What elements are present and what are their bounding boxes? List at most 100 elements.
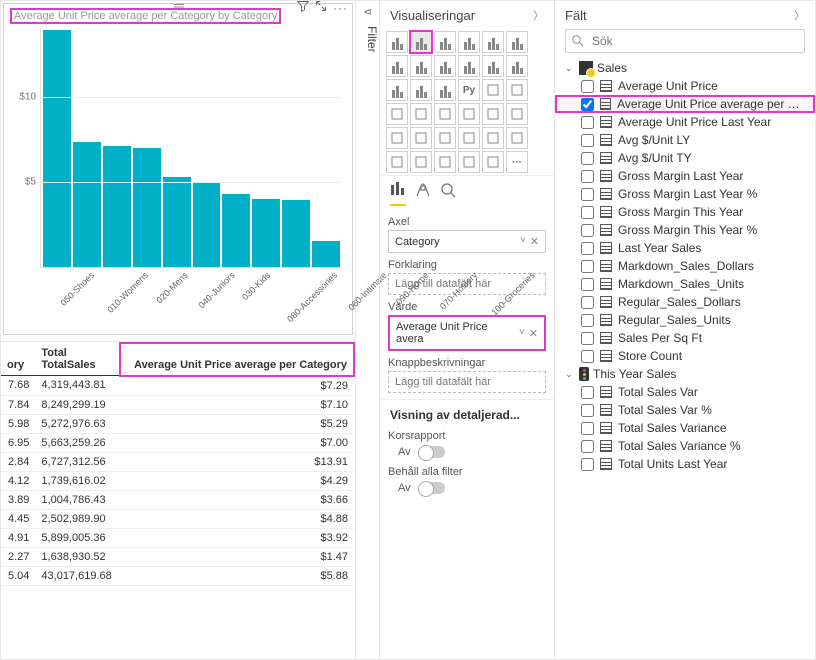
table-node-this-year-sales[interactable]: ⌄ This Year Sales xyxy=(555,365,815,383)
field-checkbox[interactable] xyxy=(581,386,594,399)
viz-type-more6[interactable] xyxy=(434,127,456,149)
viz-type-Py[interactable]: Py xyxy=(458,79,480,101)
field-checkbox[interactable] xyxy=(581,350,594,363)
field-checkbox[interactable] xyxy=(581,152,594,165)
field-checkbox[interactable] xyxy=(581,314,594,327)
field-checkbox[interactable] xyxy=(581,224,594,237)
viz-type-more3[interactable] xyxy=(506,103,528,125)
viz-type-more9[interactable] xyxy=(506,127,528,149)
table-row[interactable]: 7.848,249,299.19$7.10 xyxy=(1,395,354,414)
field-item[interactable]: Total Sales Variance % xyxy=(555,437,815,455)
field-item[interactable]: Total Units Last Year xyxy=(555,455,815,473)
axis-well[interactable]: Category ˅✕ xyxy=(388,230,546,253)
viz-type-funnel[interactable] xyxy=(458,55,480,77)
field-checkbox[interactable] xyxy=(581,170,594,183)
viz-type-R[interactable] xyxy=(434,79,456,101)
table-row[interactable]: 6.955,663,259.26$7.00 xyxy=(1,433,354,452)
fields-search[interactable] xyxy=(565,29,805,53)
viz-type-kpi[interactable] xyxy=(482,79,504,101)
bar[interactable] xyxy=(163,177,191,267)
bar[interactable] xyxy=(73,142,101,267)
field-checkbox[interactable] xyxy=(581,440,594,453)
format-tab-icon[interactable] xyxy=(416,182,430,206)
viz-type-more1[interactable] xyxy=(458,103,480,125)
bar[interactable] xyxy=(193,183,221,267)
viz-type-slicer[interactable] xyxy=(506,79,528,101)
field-checkbox[interactable] xyxy=(581,116,594,129)
viz-type-more12[interactable] xyxy=(434,151,456,173)
viz-type-qa[interactable] xyxy=(434,103,456,125)
viz-type-globe[interactable] xyxy=(410,103,432,125)
tooltip-well[interactable]: Lägg till datafält här xyxy=(388,371,546,393)
table-row[interactable]: 7.684,319,443.81$7.29 xyxy=(1,376,354,396)
field-checkbox[interactable] xyxy=(581,458,594,471)
table-row[interactable]: 4.915,899,005.36$3.92 xyxy=(1,528,354,547)
field-item[interactable]: Total Sales Var xyxy=(555,383,815,401)
analytics-tab-icon[interactable] xyxy=(440,182,456,206)
viz-type-more10[interactable] xyxy=(386,151,408,173)
field-item[interactable]: Markdown_Sales_Units xyxy=(555,275,815,293)
viz-type-card[interactable] xyxy=(506,55,528,77)
field-checkbox[interactable] xyxy=(581,206,594,219)
field-item[interactable]: Average Unit Price xyxy=(555,77,815,95)
field-item[interactable]: Gross Margin This Year % xyxy=(555,221,815,239)
filter-icon[interactable] xyxy=(297,0,309,15)
viz-type-more2[interactable] xyxy=(482,103,504,125)
field-item[interactable]: Average Unit Price Last Year xyxy=(555,113,815,131)
field-checkbox[interactable] xyxy=(581,332,594,345)
field-item[interactable]: Gross Margin Last Year xyxy=(555,167,815,185)
table-row[interactable]: 5.0443,017,619.68$5.88 xyxy=(1,566,354,585)
field-item[interactable]: Total Sales Var % xyxy=(555,401,815,419)
field-item[interactable]: Gross Margin Last Year % xyxy=(555,185,815,203)
field-item[interactable]: Regular_Sales_Dollars xyxy=(555,293,815,311)
focus-mode-icon[interactable] xyxy=(315,0,327,15)
viz-type-matrix[interactable] xyxy=(386,79,408,101)
table-row[interactable]: 2.846,727,312.56$13.91 xyxy=(1,452,354,471)
viz-type-line[interactable] xyxy=(434,31,456,53)
field-item[interactable]: Avg $/Unit LY xyxy=(555,131,815,149)
viz-type-pie[interactable] xyxy=(506,31,528,53)
field-item[interactable]: Gross Margin This Year xyxy=(555,203,815,221)
drag-handle-icon[interactable]: ═ xyxy=(174,0,182,13)
field-checkbox[interactable] xyxy=(581,404,594,417)
field-item[interactable]: Avg $/Unit TY xyxy=(555,149,815,167)
viz-type-col[interactable] xyxy=(410,31,432,53)
viz-type-tree[interactable] xyxy=(434,55,456,77)
viz-type-more8[interactable] xyxy=(482,127,504,149)
fields-tab-icon[interactable] xyxy=(390,182,406,206)
field-checkbox[interactable] xyxy=(581,98,594,111)
chart-visual[interactable]: ═ ··· Average Unit Price average per Cat… xyxy=(3,3,353,335)
chevron-right-icon[interactable]: 〉 xyxy=(533,7,544,23)
viz-type-bar[interactable] xyxy=(386,31,408,53)
field-checkbox[interactable] xyxy=(581,260,594,273)
field-checkbox[interactable] xyxy=(581,422,594,435)
viz-type-area[interactable] xyxy=(458,31,480,53)
viz-type-more4[interactable] xyxy=(386,127,408,149)
field-item[interactable]: Store Count xyxy=(555,347,815,365)
viz-type-stack[interactable] xyxy=(482,31,504,53)
field-item[interactable]: Sales Per Sq Ft xyxy=(555,329,815,347)
viz-type-arc[interactable] xyxy=(386,103,408,125)
table-row[interactable]: 4.121,739,616.02$4.29 xyxy=(1,471,354,490)
field-item[interactable]: Average Unit Price average per Cate... xyxy=(555,95,815,113)
field-checkbox[interactable] xyxy=(581,278,594,291)
chevron-left-icon[interactable]: ⊲ xyxy=(356,1,379,18)
table-visual[interactable]: ory Total TotalSales Average Unit Price … xyxy=(1,341,355,659)
viz-type-more11[interactable] xyxy=(410,151,432,173)
more-options-icon[interactable]: ··· xyxy=(333,1,348,15)
bar[interactable] xyxy=(103,146,131,267)
field-checkbox[interactable] xyxy=(581,188,594,201)
field-item[interactable]: Markdown_Sales_Dollars xyxy=(555,257,815,275)
chevron-down-icon[interactable]: ˅ xyxy=(520,235,526,248)
filters-pane-collapsed[interactable]: ⊲ Filter xyxy=(356,1,380,659)
table-row[interactable]: 3.891,004,786.43$3.66 xyxy=(1,490,354,509)
viz-type-more7[interactable] xyxy=(458,127,480,149)
table-row[interactable]: 2.271,638,930.52$1.47 xyxy=(1,547,354,566)
bar[interactable] xyxy=(282,200,310,267)
bar[interactable] xyxy=(252,199,280,267)
crossreport-toggle[interactable] xyxy=(419,446,445,458)
chevron-right-icon[interactable]: 〉 xyxy=(794,7,805,23)
field-item[interactable]: Regular_Sales_Units xyxy=(555,311,815,329)
table-row[interactable]: 4.452,502,989.90$4.88 xyxy=(1,509,354,528)
bar[interactable] xyxy=(133,148,161,268)
